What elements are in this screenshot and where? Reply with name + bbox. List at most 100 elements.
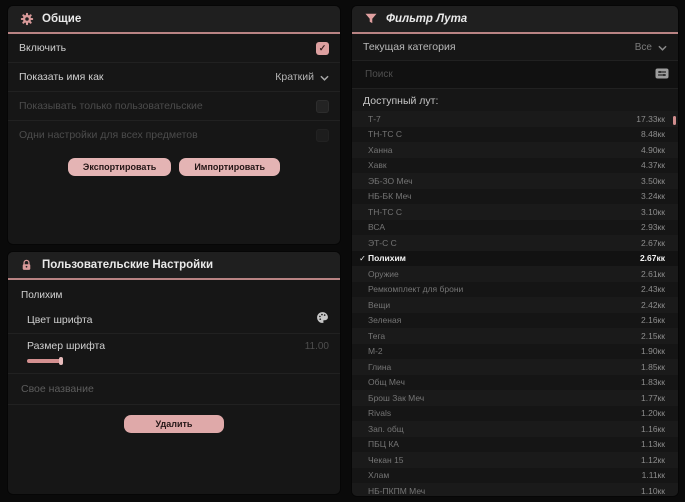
- list-item[interactable]: Брош Зак Меч 1.77кк: [352, 390, 678, 406]
- loot-item-value: 4.90кк: [641, 144, 665, 155]
- loot-item-value: 1.12кк: [641, 454, 665, 465]
- loot-item-value: 3.50кк: [641, 175, 665, 186]
- loot-item-name: Хлам: [368, 470, 390, 481]
- loot-filter-header: Фильтр Лута: [352, 6, 678, 34]
- loot-item-name: Вещи: [368, 299, 391, 310]
- category-dropdown[interactable]: Все: [635, 38, 667, 56]
- general-panel-title: Общие: [42, 13, 82, 25]
- loot-item-value: 1.77кк: [641, 392, 665, 403]
- only-custom-checkbox[interactable]: [316, 99, 329, 113]
- loot-item-name: ТН-ТС С: [368, 206, 402, 217]
- list-item[interactable]: Тега 2.15кк: [352, 328, 678, 344]
- loot-item-value: 4.37кк: [641, 160, 665, 171]
- import-button[interactable]: Импортировать: [179, 158, 281, 176]
- loot-item-value: 2.67кк: [639, 253, 665, 264]
- list-item[interactable]: Ханна 4.90кк: [352, 142, 678, 158]
- list-item[interactable]: Общ Меч 1.83кк: [352, 374, 678, 390]
- list-item[interactable]: ТН-ТС С 8.48кк: [352, 126, 678, 142]
- category-row: Текущая категория Все: [352, 34, 678, 61]
- same-settings-label: Одни настройки для всех предметов: [19, 129, 198, 141]
- list-item[interactable]: Ремкомплект для брони 2.43кк: [352, 281, 678, 297]
- custom-name-row: [8, 374, 340, 405]
- same-settings-checkbox[interactable]: [316, 128, 329, 142]
- list-item[interactable]: Зеленая 2.16кк: [352, 312, 678, 328]
- only-custom-label: Показывать только пользовательские: [19, 100, 203, 112]
- list-item[interactable]: ✓ Полихим 2.67кк: [352, 250, 678, 266]
- mod-settings-screen: Общие Включить ✓ Показать имя как Кратки…: [0, 0, 685, 502]
- list-item[interactable]: НБ-БК Меч 3.24кк: [352, 188, 678, 204]
- list-item[interactable]: М-2 1.90кк: [352, 343, 678, 359]
- search-input[interactable]: [363, 68, 655, 81]
- list-item[interactable]: Вещи 2.42кк: [352, 297, 678, 313]
- loot-item-name: Оружие: [368, 268, 399, 279]
- loot-item-name: Зап. общ: [368, 423, 404, 434]
- list-item[interactable]: Зап. общ 1.16кк: [352, 421, 678, 437]
- enable-label: Включить: [19, 42, 67, 54]
- loot-item-value: 1.11кк: [641, 470, 665, 481]
- list-item[interactable]: ЭТ-С С 2.67кк: [352, 235, 678, 251]
- loot-item-value: 2.61кк: [641, 268, 665, 279]
- filter-settings-icon[interactable]: [655, 66, 669, 84]
- loot-item-value: 2.15кк: [641, 330, 665, 341]
- loot-item-name: НБ-БК Меч: [368, 191, 412, 202]
- list-item[interactable]: Глина 1.85кк: [352, 359, 678, 375]
- loot-item-name: Ремкомплект для брони: [368, 284, 464, 295]
- loot-item-name: Зеленая: [368, 315, 402, 326]
- font-size-value: 11.00: [304, 340, 329, 352]
- show-name-row: Показать имя как Краткий: [8, 63, 340, 92]
- show-name-dropdown[interactable]: Краткий: [275, 68, 329, 86]
- slider-handle[interactable]: [59, 357, 63, 365]
- loot-list: Т-7 17.33кк ТН-ТС С 8.48кк Ханна 4.90кк Хавк 4.…: [352, 111, 678, 496]
- list-item[interactable]: Rivals 1.20кк: [352, 405, 678, 421]
- loot-item-name: ЭБ-ЗО Меч: [368, 175, 413, 186]
- delete-button[interactable]: Удалить: [123, 415, 225, 433]
- loot-item-name: Rivals: [368, 408, 392, 419]
- category-value: Все: [634, 41, 652, 53]
- loot-item-name: Тега: [368, 330, 386, 341]
- loot-item-name: Полихим: [368, 253, 406, 264]
- font-size-slider[interactable]: [27, 356, 327, 365]
- loot-item-value: 8.48кк: [641, 129, 665, 140]
- check-icon: ✓: [359, 253, 366, 263]
- same-settings-row: Одни настройки для всех предметов: [8, 121, 340, 149]
- category-label: Текущая категория: [363, 41, 456, 53]
- enable-checkbox[interactable]: ✓: [316, 41, 329, 55]
- chevron-down-icon: [320, 68, 329, 86]
- loot-item-name: ЭТ-С С: [368, 237, 397, 248]
- list-item[interactable]: ПБЦ КА 1.13кк: [352, 436, 678, 452]
- loot-item-name: М-2: [368, 346, 383, 357]
- scrollbar-thumb[interactable]: [673, 116, 676, 125]
- loot-item-name: Т-7: [368, 113, 381, 124]
- selected-item-name: Полихим: [21, 290, 63, 301]
- list-item[interactable]: Хавк 4.37кк: [352, 157, 678, 173]
- available-loot-label: Доступный лут:: [363, 95, 439, 107]
- list-item[interactable]: Оружие 2.61кк: [352, 266, 678, 282]
- loot-item-value: 1.83кк: [641, 377, 665, 388]
- list-item[interactable]: Хлам 1.11кк: [352, 467, 678, 483]
- list-item[interactable]: ЭБ-ЗО Меч 3.50кк: [352, 173, 678, 189]
- loot-item-name: Чекан 15: [368, 454, 404, 465]
- lock-icon: [19, 258, 34, 273]
- loot-item-value: 2.16кк: [641, 315, 665, 326]
- list-item[interactable]: Чекан 15 1.12кк: [352, 452, 678, 468]
- loot-item-name: Ханна: [368, 144, 393, 155]
- loot-item-name: Хавк: [368, 160, 387, 171]
- search-row: [352, 61, 678, 89]
- loot-item-value: 2.93кк: [641, 222, 665, 233]
- custom-settings-panel: Пользовательские Настройки Полихим Цвет …: [8, 252, 340, 494]
- font-color-label: Цвет шрифта: [27, 314, 93, 326]
- palette-icon[interactable]: [316, 311, 329, 329]
- export-button[interactable]: Экспортировать: [67, 158, 172, 176]
- loot-item-name: Общ Меч: [368, 377, 405, 388]
- list-item[interactable]: ВСА 2.93кк: [352, 219, 678, 235]
- loot-item-name: НБ-ПКПМ Меч: [368, 485, 426, 496]
- list-item[interactable]: НБ-ПКПМ Меч 1.10кк: [352, 483, 678, 496]
- show-name-value: Краткий: [275, 71, 314, 83]
- font-size-block: Размер шрифта 11.00: [8, 334, 340, 374]
- loot-item-value: 1.10кк: [641, 485, 665, 496]
- loot-item-value: 17.33кк: [636, 113, 665, 124]
- list-item[interactable]: ТН-ТС С 3.10кк: [352, 204, 678, 220]
- import-export-row: Экспортировать Импортировать: [8, 149, 340, 185]
- list-item[interactable]: Т-7 17.33кк: [352, 111, 678, 127]
- custom-name-input[interactable]: [19, 382, 329, 396]
